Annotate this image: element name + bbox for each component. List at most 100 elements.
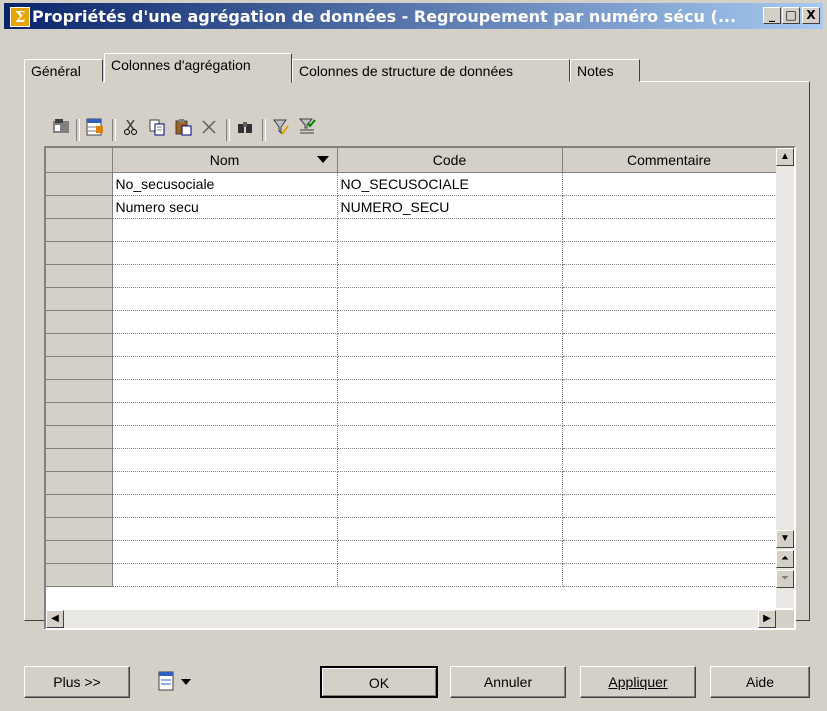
cell-nom[interactable] bbox=[112, 448, 338, 472]
row-header[interactable] bbox=[46, 172, 113, 196]
cell-commentaire[interactable] bbox=[562, 356, 777, 380]
add-columns-icon[interactable] bbox=[84, 118, 106, 142]
table-row[interactable] bbox=[46, 563, 777, 587]
cell-nom[interactable] bbox=[112, 517, 338, 541]
cell-code[interactable] bbox=[337, 333, 563, 357]
sort-dropdown-icon[interactable] bbox=[316, 156, 329, 163]
row-header[interactable] bbox=[46, 241, 113, 265]
cell-code[interactable]: NO_SECUSOCIALE bbox=[337, 172, 563, 196]
annuler-button[interactable]: Annuler bbox=[450, 666, 566, 698]
table-row[interactable] bbox=[46, 494, 777, 518]
property-sheet-menu-button[interactable] bbox=[145, 666, 205, 698]
table-row[interactable] bbox=[46, 310, 777, 334]
cell-nom[interactable] bbox=[112, 310, 338, 334]
cell-nom[interactable]: Numero secu bbox=[112, 195, 338, 219]
cell-code[interactable] bbox=[337, 448, 563, 472]
cell-commentaire[interactable] bbox=[562, 494, 777, 518]
cell-code[interactable] bbox=[337, 310, 563, 334]
tab-colonnes-agregation[interactable]: Colonnes d'agrégation bbox=[104, 53, 292, 83]
plus-button[interactable]: Plus >> bbox=[24, 666, 130, 698]
cell-nom[interactable] bbox=[112, 494, 338, 518]
cell-code[interactable] bbox=[337, 402, 563, 426]
table-row[interactable]: Numero secu NUMERO_SECU bbox=[46, 195, 777, 219]
cell-commentaire[interactable] bbox=[562, 264, 777, 288]
cell-commentaire[interactable] bbox=[562, 540, 777, 564]
cell-commentaire[interactable] bbox=[562, 287, 777, 311]
cell-commentaire[interactable] bbox=[562, 517, 777, 541]
table-row[interactable] bbox=[46, 264, 777, 288]
cell-nom[interactable] bbox=[112, 379, 338, 403]
tab-notes[interactable]: Notes bbox=[570, 59, 640, 82]
cell-code[interactable] bbox=[337, 264, 563, 288]
cell-code[interactable] bbox=[337, 563, 563, 587]
row-header[interactable] bbox=[46, 494, 113, 518]
table-row[interactable] bbox=[46, 471, 777, 495]
cell-commentaire[interactable] bbox=[562, 425, 777, 449]
cell-code[interactable] bbox=[337, 287, 563, 311]
cell-code[interactable] bbox=[337, 471, 563, 495]
cell-nom[interactable] bbox=[112, 402, 338, 426]
cell-commentaire[interactable] bbox=[562, 379, 777, 403]
tab-general[interactable]: Général bbox=[24, 59, 103, 82]
cut-icon[interactable] bbox=[120, 118, 142, 142]
clear-filter-icon[interactable] bbox=[296, 118, 318, 142]
row-header[interactable] bbox=[46, 402, 113, 426]
table-row[interactable] bbox=[46, 448, 777, 472]
tab-colonnes-structure[interactable]: Colonnes de structure de données bbox=[292, 59, 570, 82]
cell-nom[interactable] bbox=[112, 540, 338, 564]
table-row[interactable] bbox=[46, 425, 777, 449]
cell-nom[interactable] bbox=[112, 264, 338, 288]
row-header[interactable] bbox=[46, 425, 113, 449]
row-header[interactable] bbox=[46, 540, 113, 564]
scroll-right-icon[interactable]: ▶ bbox=[758, 610, 776, 628]
close-button[interactable]: X bbox=[802, 7, 820, 24]
table-row[interactable] bbox=[46, 540, 777, 564]
delete-icon[interactable] bbox=[198, 118, 220, 142]
cell-commentaire[interactable] bbox=[562, 402, 777, 426]
title-bar[interactable]: Σ Propriétés d'une agrégation de données… bbox=[4, 3, 823, 29]
cell-nom[interactable] bbox=[112, 241, 338, 265]
cell-commentaire[interactable] bbox=[562, 241, 777, 265]
cell-code[interactable] bbox=[337, 517, 563, 541]
cell-commentaire[interactable] bbox=[562, 172, 777, 196]
row-header[interactable] bbox=[46, 195, 113, 219]
cell-code[interactable] bbox=[337, 425, 563, 449]
row-header[interactable] bbox=[46, 517, 113, 541]
appliquer-button[interactable]: Appliquer bbox=[580, 666, 696, 698]
cell-nom[interactable] bbox=[112, 563, 338, 587]
copy-icon[interactable] bbox=[146, 118, 168, 142]
row-header[interactable] bbox=[46, 333, 113, 357]
table-row[interactable] bbox=[46, 402, 777, 426]
column-header-commentaire[interactable]: Commentaire bbox=[562, 148, 777, 173]
row-header[interactable] bbox=[46, 563, 113, 587]
row-header[interactable] bbox=[46, 448, 113, 472]
row-header[interactable] bbox=[46, 287, 113, 311]
row-header[interactable] bbox=[46, 379, 113, 403]
cell-commentaire[interactable] bbox=[562, 448, 777, 472]
properties-icon[interactable] bbox=[50, 118, 72, 142]
scroll-down-icon[interactable]: ▼ bbox=[776, 530, 794, 548]
ok-button[interactable]: OK bbox=[320, 666, 438, 698]
row-header[interactable] bbox=[46, 471, 113, 495]
cell-nom[interactable] bbox=[112, 356, 338, 380]
cell-nom[interactable] bbox=[112, 471, 338, 495]
scroll-up-icon[interactable]: ▲ bbox=[776, 148, 794, 166]
table-row[interactable] bbox=[46, 379, 777, 403]
table-row[interactable] bbox=[46, 517, 777, 541]
scroll-bottom-icon[interactable]: ⏷ bbox=[776, 570, 794, 588]
maximize-button[interactable]: □ bbox=[782, 7, 800, 24]
row-header[interactable] bbox=[46, 310, 113, 334]
cell-code[interactable] bbox=[337, 241, 563, 265]
aide-button[interactable]: Aide bbox=[710, 666, 810, 698]
cell-commentaire[interactable] bbox=[562, 218, 777, 242]
vertical-scrollbar[interactable]: ▲ ▼ ⏶ ⏷ bbox=[776, 148, 794, 608]
columns-grid[interactable]: Nom Code Commentaire No_secusociale NO_S… bbox=[44, 146, 796, 630]
row-header[interactable] bbox=[46, 356, 113, 380]
cell-code[interactable] bbox=[337, 494, 563, 518]
cell-code[interactable] bbox=[337, 356, 563, 380]
cell-nom[interactable] bbox=[112, 287, 338, 311]
row-header[interactable] bbox=[46, 264, 113, 288]
cell-commentaire[interactable] bbox=[562, 310, 777, 334]
cell-code[interactable]: NUMERO_SECU bbox=[337, 195, 563, 219]
table-row[interactable] bbox=[46, 218, 777, 242]
